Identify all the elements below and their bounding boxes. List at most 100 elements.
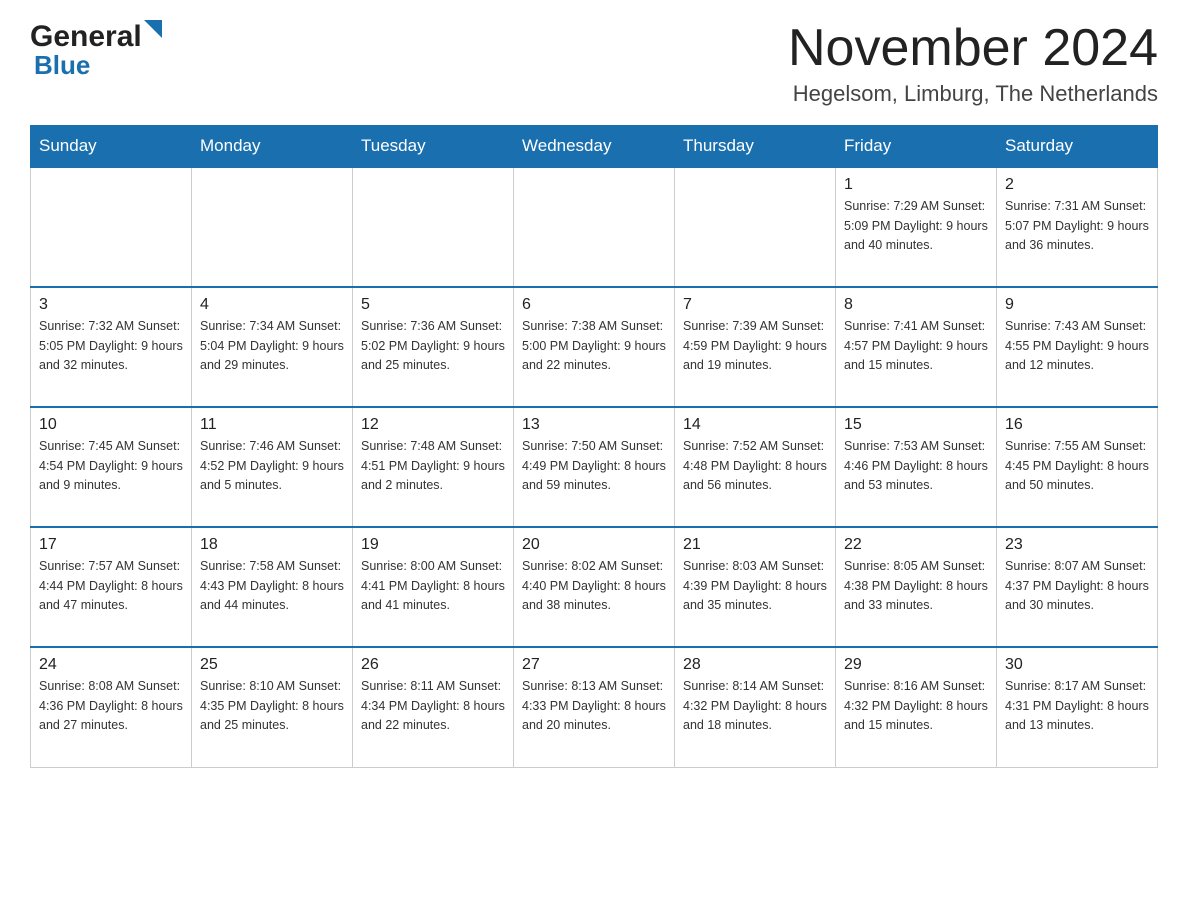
day-info: Sunrise: 7:39 AM Sunset: 4:59 PM Dayligh… bbox=[683, 317, 827, 375]
day-number: 26 bbox=[361, 656, 505, 674]
day-number: 8 bbox=[844, 296, 988, 314]
day-info: Sunrise: 8:00 AM Sunset: 4:41 PM Dayligh… bbox=[361, 557, 505, 615]
day-number: 28 bbox=[683, 656, 827, 674]
day-number: 11 bbox=[200, 416, 344, 434]
day-info: Sunrise: 8:08 AM Sunset: 4:36 PM Dayligh… bbox=[39, 677, 183, 735]
calendar-cell bbox=[353, 167, 514, 287]
day-number: 29 bbox=[844, 656, 988, 674]
calendar-cell: 12Sunrise: 7:48 AM Sunset: 4:51 PM Dayli… bbox=[353, 407, 514, 527]
day-info: Sunrise: 7:57 AM Sunset: 4:44 PM Dayligh… bbox=[39, 557, 183, 615]
day-number: 23 bbox=[1005, 536, 1149, 554]
calendar-cell: 28 Sunrise: 8:14 AM Sunset: 4:32 PM Dayli… bbox=[675, 647, 836, 767]
weekday-header-saturday: Saturday bbox=[997, 126, 1158, 168]
day-info: Sunrise: 7:32 AM Sunset: 5:05 PM Dayligh… bbox=[39, 317, 183, 375]
calendar-cell: 17 Sunrise: 7:57 AM Sunset: 4:44 PM Dayli… bbox=[31, 527, 192, 647]
calendar-cell: 11 Sunrise: 7:46 AM Sunset: 4:52 PM Dayli… bbox=[192, 407, 353, 527]
day-info: Sunrise: 7:46 AM Sunset: 4:52 PM Dayligh… bbox=[200, 437, 344, 495]
location-title: Hegelsom, Limburg, The Netherlands bbox=[788, 81, 1158, 107]
page-header: General Blue November 2024 Hegelsom, Lim… bbox=[30, 20, 1158, 107]
calendar-cell: 1Sunrise: 7:29 AM Sunset: 5:09 PM Daylig… bbox=[836, 167, 997, 287]
day-info: Sunrise: 8:03 AM Sunset: 4:39 PM Dayligh… bbox=[683, 557, 827, 615]
day-info: Sunrise: 8:17 AM Sunset: 4:31 PM Dayligh… bbox=[1005, 677, 1149, 735]
day-info: Sunrise: 8:11 AM Sunset: 4:34 PM Dayligh… bbox=[361, 677, 505, 735]
day-number: 21 bbox=[683, 536, 827, 554]
calendar-cell bbox=[192, 167, 353, 287]
day-info: Sunrise: 8:14 AM Sunset: 4:32 PM Dayligh… bbox=[683, 677, 827, 735]
calendar-cell: 22 Sunrise: 8:05 AM Sunset: 4:38 PM Dayli… bbox=[836, 527, 997, 647]
weekday-header-tuesday: Tuesday bbox=[353, 126, 514, 168]
calendar-cell: 19 Sunrise: 8:00 AM Sunset: 4:41 PM Dayli… bbox=[353, 527, 514, 647]
title-area: November 2024 Hegelsom, Limburg, The Net… bbox=[788, 20, 1158, 107]
day-info: Sunrise: 7:43 AM Sunset: 4:55 PM Dayligh… bbox=[1005, 317, 1149, 375]
day-number: 13 bbox=[522, 416, 666, 434]
calendar-cell: 13 Sunrise: 7:50 AM Sunset: 4:49 PM Dayli… bbox=[514, 407, 675, 527]
day-number: 5 bbox=[361, 296, 505, 314]
calendar-cell: 7Sunrise: 7:39 AM Sunset: 4:59 PM Daylig… bbox=[675, 287, 836, 407]
day-number: 25 bbox=[200, 656, 344, 674]
calendar-week-row: 17 Sunrise: 7:57 AM Sunset: 4:44 PM Dayli… bbox=[31, 527, 1158, 647]
logo-arrow-icon bbox=[144, 20, 174, 50]
calendar-cell: 6Sunrise: 7:38 AM Sunset: 5:00 PM Daylig… bbox=[514, 287, 675, 407]
calendar-cell: 18Sunrise: 7:58 AM Sunset: 4:43 PM Dayli… bbox=[192, 527, 353, 647]
month-title: November 2024 bbox=[788, 20, 1158, 77]
day-info: Sunrise: 7:53 AM Sunset: 4:46 PM Dayligh… bbox=[844, 437, 988, 495]
weekday-header-sunday: Sunday bbox=[31, 126, 192, 168]
day-info: Sunrise: 8:10 AM Sunset: 4:35 PM Dayligh… bbox=[200, 677, 344, 735]
calendar-cell: 8Sunrise: 7:41 AM Sunset: 4:57 PM Daylig… bbox=[836, 287, 997, 407]
logo-general-text: General bbox=[30, 20, 142, 54]
calendar-week-row: 10 Sunrise: 7:45 AM Sunset: 4:54 PM Dayli… bbox=[31, 407, 1158, 527]
calendar-cell: 24 Sunrise: 8:08 AM Sunset: 4:36 PM Dayli… bbox=[31, 647, 192, 767]
calendar-cell: 10 Sunrise: 7:45 AM Sunset: 4:54 PM Dayli… bbox=[31, 407, 192, 527]
day-number: 19 bbox=[361, 536, 505, 554]
day-number: 4 bbox=[200, 296, 344, 314]
calendar-cell: 5 Sunrise: 7:36 AM Sunset: 5:02 PM Daylig… bbox=[353, 287, 514, 407]
day-number: 17 bbox=[39, 536, 183, 554]
day-number: 24 bbox=[39, 656, 183, 674]
day-number: 14 bbox=[683, 416, 827, 434]
calendar-cell: 16Sunrise: 7:55 AM Sunset: 4:45 PM Dayli… bbox=[997, 407, 1158, 527]
calendar-cell: 20 Sunrise: 8:02 AM Sunset: 4:40 PM Dayli… bbox=[514, 527, 675, 647]
weekday-header-wednesday: Wednesday bbox=[514, 126, 675, 168]
calendar-cell: 21 Sunrise: 8:03 AM Sunset: 4:39 PM Dayli… bbox=[675, 527, 836, 647]
calendar-header: SundayMondayTuesdayWednesdayThursdayFrid… bbox=[31, 126, 1158, 168]
day-info: Sunrise: 7:36 AM Sunset: 5:02 PM Dayligh… bbox=[361, 317, 505, 375]
calendar-table: SundayMondayTuesdayWednesdayThursdayFrid… bbox=[30, 125, 1158, 768]
calendar-week-row: 1Sunrise: 7:29 AM Sunset: 5:09 PM Daylig… bbox=[31, 167, 1158, 287]
day-info: Sunrise: 7:58 AM Sunset: 4:43 PM Dayligh… bbox=[200, 557, 344, 615]
calendar-body: 1Sunrise: 7:29 AM Sunset: 5:09 PM Daylig… bbox=[31, 167, 1158, 767]
day-number: 6 bbox=[522, 296, 666, 314]
calendar-cell: 23 Sunrise: 8:07 AM Sunset: 4:37 PM Dayli… bbox=[997, 527, 1158, 647]
day-number: 10 bbox=[39, 416, 183, 434]
calendar-week-row: 3Sunrise: 7:32 AM Sunset: 5:05 PM Daylig… bbox=[31, 287, 1158, 407]
day-number: 20 bbox=[522, 536, 666, 554]
weekday-header-row: SundayMondayTuesdayWednesdayThursdayFrid… bbox=[31, 126, 1158, 168]
day-number: 1 bbox=[844, 176, 988, 194]
day-number: 27 bbox=[522, 656, 666, 674]
calendar-cell: 15Sunrise: 7:53 AM Sunset: 4:46 PM Dayli… bbox=[836, 407, 997, 527]
weekday-header-thursday: Thursday bbox=[675, 126, 836, 168]
calendar-cell: 26 Sunrise: 8:11 AM Sunset: 4:34 PM Dayli… bbox=[353, 647, 514, 767]
calendar-cell: 4 Sunrise: 7:34 AM Sunset: 5:04 PM Daylig… bbox=[192, 287, 353, 407]
day-info: Sunrise: 7:55 AM Sunset: 4:45 PM Dayligh… bbox=[1005, 437, 1149, 495]
day-info: Sunrise: 8:07 AM Sunset: 4:37 PM Dayligh… bbox=[1005, 557, 1149, 615]
day-info: Sunrise: 7:45 AM Sunset: 4:54 PM Dayligh… bbox=[39, 437, 183, 495]
day-number: 9 bbox=[1005, 296, 1149, 314]
day-info: Sunrise: 7:31 AM Sunset: 5:07 PM Dayligh… bbox=[1005, 197, 1149, 255]
day-number: 30 bbox=[1005, 656, 1149, 674]
day-info: Sunrise: 7:50 AM Sunset: 4:49 PM Dayligh… bbox=[522, 437, 666, 495]
calendar-week-row: 24 Sunrise: 8:08 AM Sunset: 4:36 PM Dayli… bbox=[31, 647, 1158, 767]
day-info: Sunrise: 7:34 AM Sunset: 5:04 PM Dayligh… bbox=[200, 317, 344, 375]
calendar-cell: 30 Sunrise: 8:17 AM Sunset: 4:31 PM Dayli… bbox=[997, 647, 1158, 767]
calendar-cell: 25 Sunrise: 8:10 AM Sunset: 4:35 PM Dayli… bbox=[192, 647, 353, 767]
day-number: 2 bbox=[1005, 176, 1149, 194]
day-info: Sunrise: 8:02 AM Sunset: 4:40 PM Dayligh… bbox=[522, 557, 666, 615]
day-info: Sunrise: 7:52 AM Sunset: 4:48 PM Dayligh… bbox=[683, 437, 827, 495]
calendar-cell bbox=[514, 167, 675, 287]
day-info: Sunrise: 8:16 AM Sunset: 4:32 PM Dayligh… bbox=[844, 677, 988, 735]
day-number: 12 bbox=[361, 416, 505, 434]
day-info: Sunrise: 8:05 AM Sunset: 4:38 PM Dayligh… bbox=[844, 557, 988, 615]
logo-area: General Blue bbox=[30, 20, 174, 81]
calendar-cell: 14 Sunrise: 7:52 AM Sunset: 4:48 PM Dayli… bbox=[675, 407, 836, 527]
logo-blue-text: Blue bbox=[34, 50, 90, 81]
day-number: 22 bbox=[844, 536, 988, 554]
